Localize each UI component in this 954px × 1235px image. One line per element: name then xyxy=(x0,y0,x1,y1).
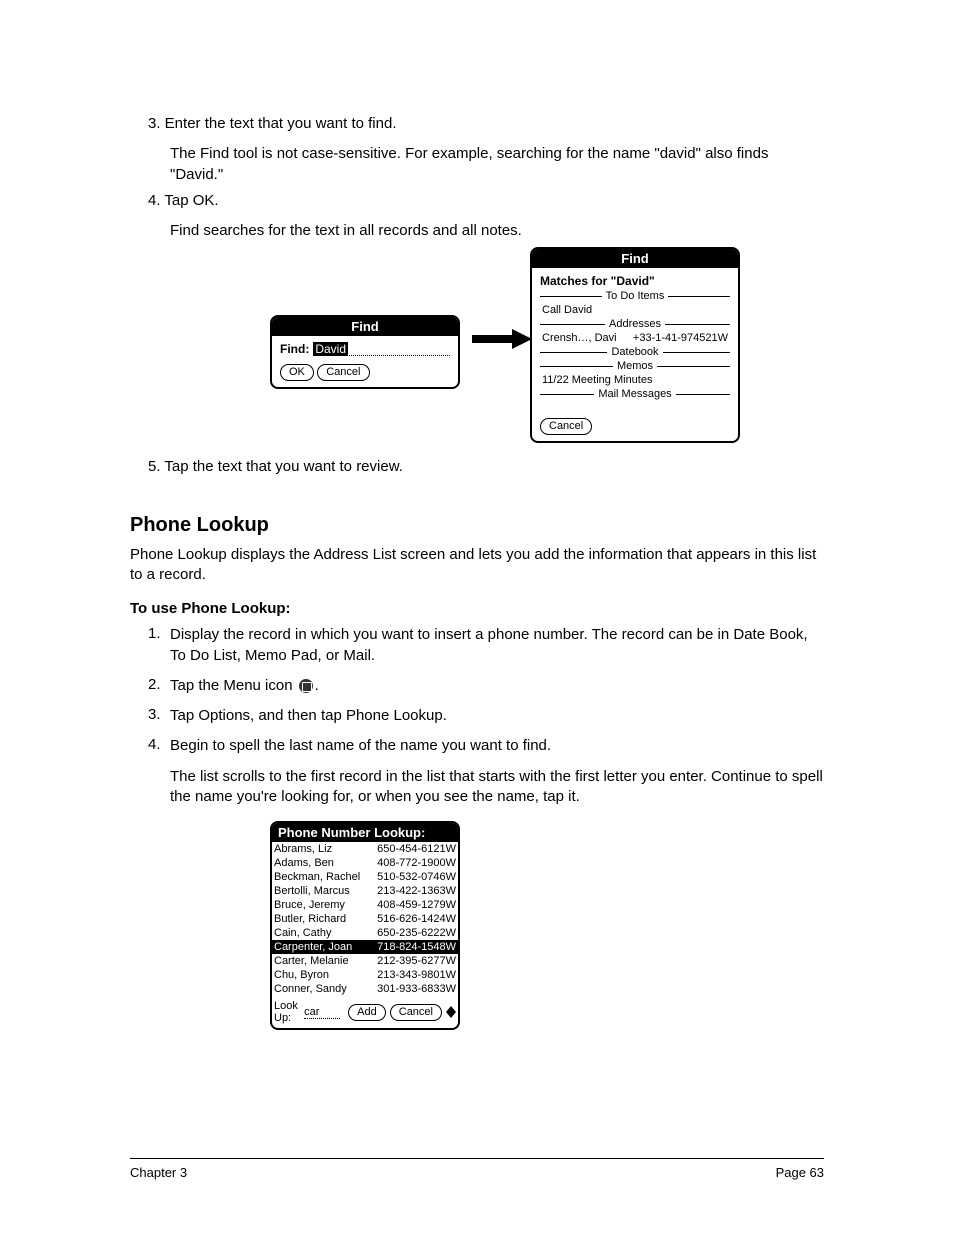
find-label: Find: xyxy=(280,342,309,356)
list-item[interactable]: Butler, Richard516-626-1424W xyxy=(272,912,458,926)
list-item[interactable]: Carter, Melanie212-395-6277W xyxy=(272,954,458,968)
lookup-input[interactable]: car xyxy=(304,1006,340,1019)
howto-heading: To use Phone Lookup: xyxy=(130,599,824,619)
results-cancel-button[interactable]: Cancel xyxy=(540,418,592,435)
lookup-step-2: Tap the Menu icon . xyxy=(170,676,824,696)
list-item[interactable]: Beckman, Rachel510-532-0746W xyxy=(272,870,458,884)
footer-right: Page 63 xyxy=(776,1165,824,1180)
step-5: 5. Tap the text that you want to review. xyxy=(148,457,824,483)
scroll-arrows-icon[interactable] xyxy=(446,1005,456,1019)
cancel-button[interactable]: Cancel xyxy=(317,364,369,381)
lookup-step-4-note: The list scrolls to the first record in … xyxy=(170,767,824,808)
step-4-note: Find searches for the text in all record… xyxy=(170,221,824,241)
ok-button[interactable]: OK xyxy=(280,364,314,381)
page-footer: Chapter 3 Page 63 xyxy=(130,1158,824,1180)
section-todo: To Do Items xyxy=(602,290,669,302)
matches-heading: Matches for "David" xyxy=(540,274,655,288)
step-3-note: The Find tool is not case-sensitive. For… xyxy=(170,144,824,185)
list-item[interactable]: Conner, Sandy301-933-6833W xyxy=(272,982,458,996)
footer-left: Chapter 3 xyxy=(130,1165,187,1180)
list-item[interactable]: Carpenter, Joan718-824-1548W xyxy=(272,940,458,954)
list-item[interactable]: Bruce, Jeremy408-459-1279W xyxy=(272,898,458,912)
section-addresses: Addresses xyxy=(605,318,665,330)
section-memos: Memos xyxy=(613,360,657,372)
step-3: 3. Enter the text that you want to find. xyxy=(148,114,824,140)
add-button[interactable]: Add xyxy=(348,1004,386,1021)
menu-icon xyxy=(299,679,313,693)
lookup-label: Look Up: xyxy=(274,1000,300,1024)
arrow-right-icon xyxy=(472,329,532,349)
find-input[interactable]: David xyxy=(313,342,450,356)
result-address[interactable]: Crensh…, Davi +33-1-41-974521W xyxy=(540,332,730,344)
find-input-value: David xyxy=(313,342,348,356)
lookup-step-4: Begin to spell the last name of the name… xyxy=(170,736,824,756)
lookup-step-3: Tap Options, and then tap Phone Lookup. xyxy=(170,706,824,726)
section-mail: Mail Messages xyxy=(594,388,675,400)
find-dialog-title: Find xyxy=(272,317,458,336)
phone-lookup-title: Phone Number Lookup: xyxy=(272,823,458,842)
step-4: 4. Tap OK. xyxy=(148,191,824,217)
list-item[interactable]: Cain, Cathy650-235-6222W xyxy=(272,926,458,940)
list-item[interactable]: Bertolli, Marcus213-422-1363W xyxy=(272,884,458,898)
lookup-step-1: Display the record in which you want to … xyxy=(170,625,824,666)
result-memo[interactable]: 11/22 Meeting Minutes xyxy=(540,374,730,386)
figure-find: Find Find: David OK Cancel Find xyxy=(130,247,824,437)
phone-lookup-list: Abrams, Liz650-454-6121WAdams, Ben408-77… xyxy=(272,842,458,996)
list-item[interactable]: Abrams, Liz650-454-6121W xyxy=(272,842,458,856)
find-results-title: Find xyxy=(532,249,738,268)
find-results-dialog: Find Matches for "David" To Do Items Cal… xyxy=(530,247,740,443)
lookup-cancel-button[interactable]: Cancel xyxy=(390,1004,442,1021)
phone-lookup-dialog: Phone Number Lookup: Abrams, Liz650-454-… xyxy=(270,821,460,1030)
section-datebook: Datebook xyxy=(607,346,662,358)
find-dialog: Find Find: David OK Cancel xyxy=(270,315,460,389)
section-body: Phone Lookup displays the Address List s… xyxy=(130,545,824,586)
section-heading: Phone Lookup xyxy=(130,514,824,537)
list-item[interactable]: Adams, Ben408-772-1900W xyxy=(272,856,458,870)
list-item[interactable]: Chu, Byron213-343-9801W xyxy=(272,968,458,982)
result-todo[interactable]: Call David xyxy=(540,304,730,316)
